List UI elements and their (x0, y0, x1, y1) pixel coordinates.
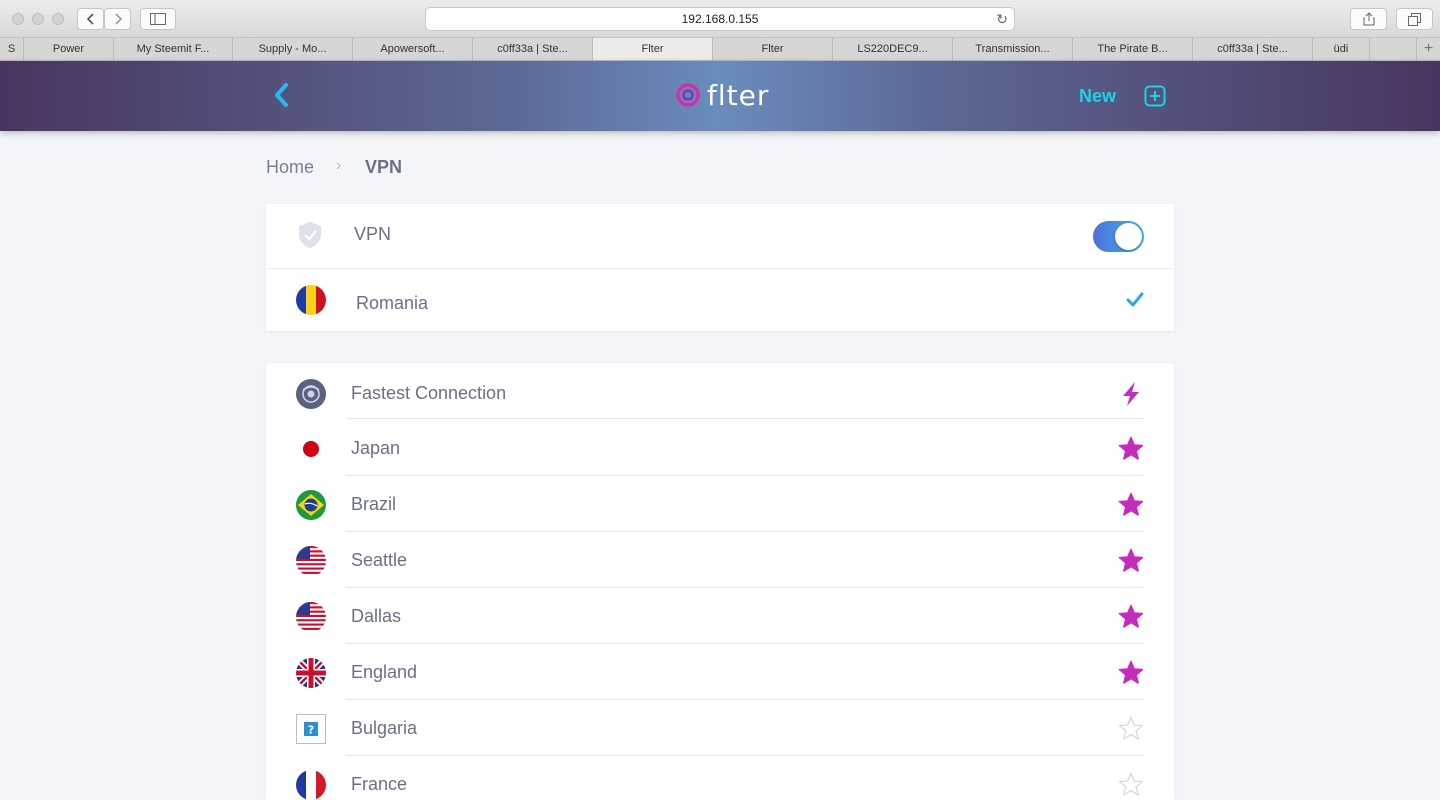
server-list-card: Fastest Connection Japan Brazil Seattle Dall… (266, 363, 1174, 800)
browser-tab[interactable]: c0ff33a | Ste... (473, 38, 593, 60)
server-label: Japan (351, 438, 401, 458)
selected-country-label: Romania (356, 293, 429, 313)
close-window-icon[interactable] (12, 13, 24, 25)
browser-tab[interactable]: LS220DEC9... (833, 38, 953, 60)
address-text: 192.168.0.155 (681, 12, 759, 26)
jp-flag-icon (297, 435, 325, 463)
star-outline-icon[interactable] (1118, 716, 1144, 742)
browser-tab[interactable]: üdi (1313, 38, 1370, 60)
romania-flag-icon (296, 285, 326, 315)
zoom-window-icon[interactable] (52, 13, 64, 25)
server-row[interactable]: ? Bulgaria (266, 700, 1174, 756)
chevron-left-icon (86, 13, 94, 25)
star-filled-icon[interactable] (1118, 436, 1144, 462)
back-button[interactable] (270, 79, 294, 111)
svg-text:?: ? (308, 724, 314, 737)
share-button[interactable] (1350, 8, 1387, 30)
lightning-bolt-icon[interactable] (1118, 381, 1144, 407)
share-icon (1363, 12, 1374, 26)
tab-bar: S Power My Steemit F... Supply - Mo... Apowe… (0, 38, 1440, 61)
browser-tab[interactable]: Flter (713, 38, 833, 60)
browser-tab[interactable]: Transmission... (953, 38, 1073, 60)
breadcrumb-home[interactable]: Home (266, 157, 314, 178)
forward-nav-button[interactable] (104, 8, 131, 30)
plus-square-icon (1144, 85, 1166, 107)
tabs-overview-icon (1408, 12, 1421, 26)
star-filled-icon[interactable] (1118, 604, 1144, 630)
browser-tab[interactable]: c0ff33a | Ste... (1193, 38, 1313, 60)
server-row[interactable]: Brazil (266, 476, 1174, 532)
row-divider (346, 418, 1144, 419)
globe-flag-icon (296, 379, 326, 409)
browser-tab[interactable]: My Steemit F... (114, 38, 233, 60)
server-label: Bulgaria (351, 718, 418, 738)
br-flag-icon (296, 490, 326, 520)
breadcrumb-current: VPN (365, 157, 403, 177)
shield-icon (299, 222, 321, 248)
chevron-right-icon (114, 13, 122, 25)
browser-tab[interactable]: Supply - Mo... (233, 38, 353, 60)
vpn-label: VPN (354, 224, 392, 244)
server-row[interactable]: Seattle (266, 532, 1174, 588)
star-filled-icon[interactable] (1118, 492, 1144, 518)
address-bar[interactable]: 192.168.0.155 ↻ (425, 7, 1015, 31)
toggle-knob (1115, 223, 1142, 250)
add-button[interactable] (1144, 85, 1166, 112)
server-label: England (351, 662, 418, 682)
server-row[interactable]: France (266, 756, 1174, 800)
fr-flag-icon (296, 770, 326, 800)
browser-toolbar: 192.168.0.155 ↻ (0, 0, 1440, 38)
sidebar-button[interactable] (140, 8, 176, 30)
server-label: Dallas (351, 606, 402, 626)
server-label: Seattle (351, 550, 408, 570)
new-button[interactable]: New (1079, 86, 1116, 107)
minimize-window-icon[interactable] (32, 13, 44, 25)
star-filled-icon[interactable] (1118, 548, 1144, 574)
server-row[interactable]: Japan (266, 420, 1174, 476)
app-header: flter New (0, 61, 1440, 131)
us-flag-icon (296, 546, 326, 576)
reload-icon[interactable]: ↻ (996, 11, 1008, 28)
check-icon (1126, 292, 1144, 307)
app-logo: flter (675, 77, 769, 113)
us-flag-icon (296, 602, 326, 632)
breadcrumb-separator: › (336, 157, 342, 174)
server-row[interactable]: Dallas (266, 588, 1174, 644)
back-nav-button[interactable] (77, 8, 104, 30)
vpn-toggle-row: VPN (266, 204, 1174, 267)
server-label: Fastest Connection (351, 383, 507, 403)
browser-tab[interactable]: Power (24, 38, 114, 60)
server-row[interactable]: England (266, 644, 1174, 700)
vpn-toggle[interactable] (1093, 221, 1144, 252)
browser-tab[interactable]: S (0, 38, 24, 60)
vpn-status-card: VPN Romania (266, 204, 1174, 331)
browser-tab[interactable]: The Pirate B... (1073, 38, 1193, 60)
new-tab-button[interactable]: + (1416, 38, 1440, 60)
star-filled-icon[interactable] (1118, 660, 1144, 686)
logo-text: flter (707, 78, 770, 112)
gb-flag-icon (296, 658, 326, 688)
server-row[interactable]: Fastest Connection (266, 363, 1174, 419)
star-outline-icon[interactable] (1118, 772, 1144, 798)
browser-tab[interactable]: Flter (593, 38, 713, 60)
show-tabs-button[interactable] (1396, 8, 1433, 30)
sidebar-icon (150, 13, 166, 25)
chevron-left-icon (275, 83, 288, 107)
browser-tab[interactable]: Apowersoft... (353, 38, 473, 60)
server-label: Brazil (351, 494, 397, 514)
selected-country-row[interactable]: Romania (266, 268, 1174, 331)
logo-ring-icon (676, 83, 700, 107)
unknown-flag-icon: ? (296, 714, 326, 744)
server-label: France (351, 774, 408, 794)
